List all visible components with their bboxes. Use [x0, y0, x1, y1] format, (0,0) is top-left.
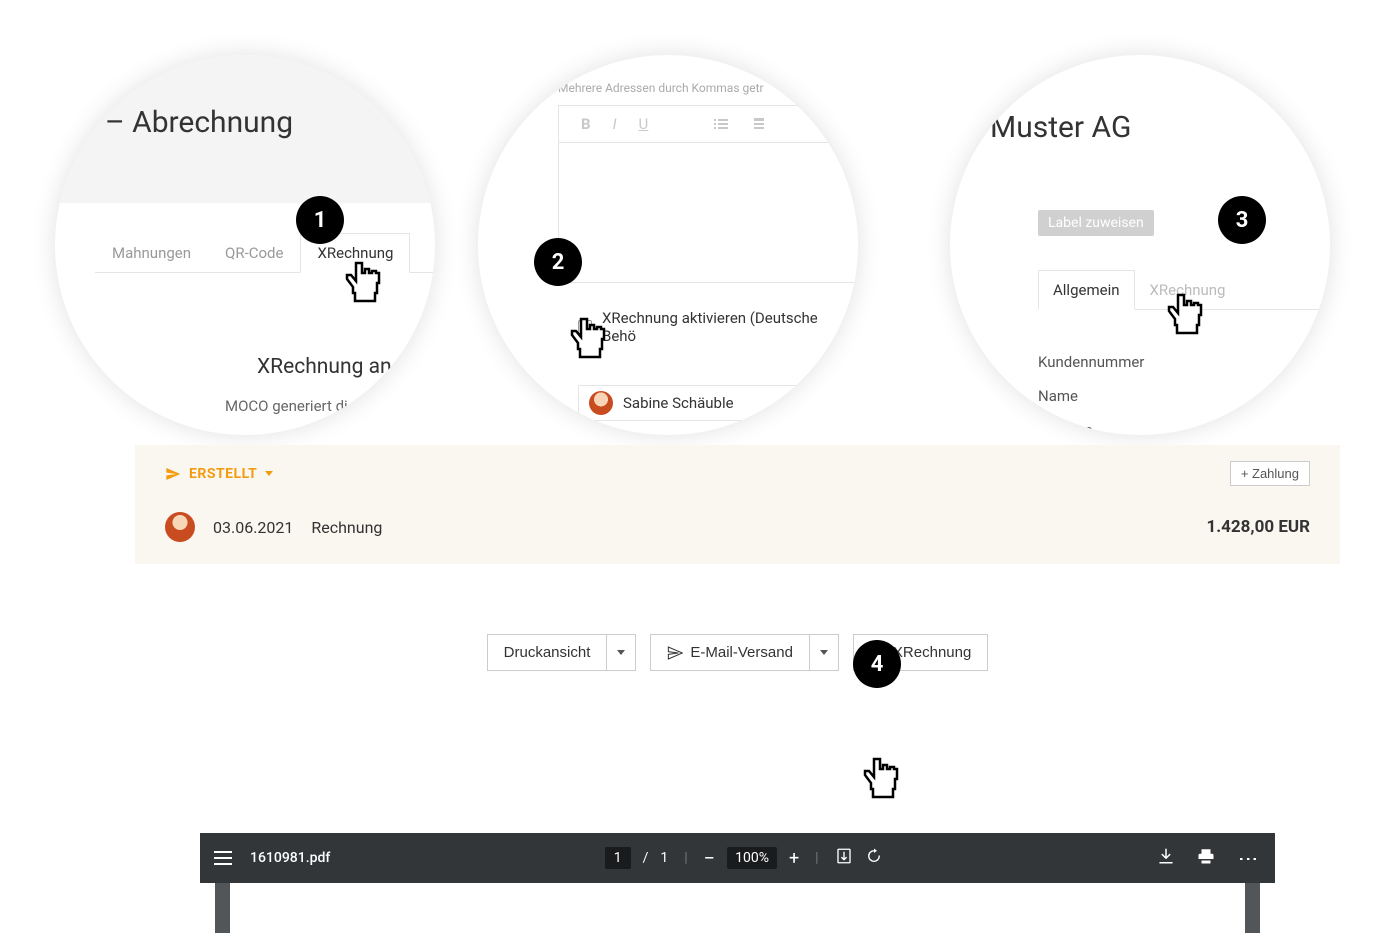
xrechnung-checkbox-label: XRechnung aktivieren (Deutsche Behö [602, 309, 848, 345]
editor-textarea[interactable] [558, 143, 858, 283]
pdf-page-preview [215, 883, 1260, 933]
print-button[interactable]: Druckansicht [487, 634, 608, 671]
underline-button[interactable]: U [639, 115, 649, 133]
bold-button[interactable]: B [581, 115, 591, 133]
avatar-icon [165, 512, 195, 542]
tab-allgemein[interactable]: Allgemein [1038, 270, 1135, 310]
status-text: ERSTELLT [189, 466, 257, 482]
zoom-out-icon[interactable]: − [704, 846, 715, 870]
detail-circle-2: Mehrere Adressen durch Kommas getr B I U… [478, 55, 858, 435]
badge-2: 2 [534, 238, 582, 286]
zoom-level[interactable]: 100% [727, 847, 777, 869]
pdf-viewer-toolbar: 1610981.pdf 1 / 1 | − 100% + | ⋮ [200, 833, 1275, 883]
numbered-list-icon[interactable] [750, 118, 764, 130]
rotate-icon[interactable] [865, 847, 883, 869]
xrechnung-activate-row[interactable]: XRechnung aktivieren (Deutsche Behö [578, 309, 848, 345]
tab-mahnungen[interactable]: Mahnungen [95, 233, 208, 272]
cursor-icon [1162, 291, 1206, 343]
cursor-icon [565, 315, 609, 367]
page-separator: / [643, 850, 649, 866]
c3-fields: Kundennummer Name Adresse [1038, 345, 1320, 435]
email-dropdown[interactable] [810, 634, 839, 671]
c1-body-text: MOCO generiert die [225, 397, 415, 415]
invoice-doc-type: Rechnung [311, 518, 382, 537]
cursor-icon [340, 259, 384, 311]
status-bar: ERSTELLT + Zahlung [135, 445, 1340, 502]
status-label[interactable]: ERSTELLT [165, 466, 273, 482]
chevron-down-icon [265, 471, 273, 476]
zoom-in-icon[interactable]: + [789, 848, 799, 869]
field-customer-number: Kundennummer [1038, 345, 1320, 379]
cursor-icon [858, 755, 902, 807]
c3-title: Muster AG [990, 110, 1131, 145]
chevron-down-icon [820, 650, 828, 655]
menu-icon[interactable] [214, 851, 232, 865]
page-total: 1 [660, 850, 668, 866]
badge-3: 3 [1218, 196, 1266, 244]
print-dropdown[interactable] [607, 634, 636, 671]
field-address: Adresse [1038, 413, 1320, 435]
c1-tabs: Mahnungen QR-Code XRechnung [95, 233, 435, 273]
c1-title: – Abrechnung [105, 55, 435, 140]
field-name: Name [1038, 379, 1320, 413]
paper-plane-icon [165, 466, 181, 482]
badge-4: 4 [853, 640, 901, 688]
invoice-panel: ERSTELLT + Zahlung 03.06.2021 Rechnung 1… [135, 445, 1340, 701]
italic-button[interactable]: I [613, 115, 617, 133]
fit-page-icon[interactable] [835, 847, 853, 869]
user-select[interactable]: Sabine Schäuble [578, 385, 858, 421]
invoice-date: 03.06.2021 [213, 518, 293, 537]
print-icon[interactable] [1197, 847, 1215, 869]
pdf-filename: 1610981.pdf [250, 850, 330, 866]
user-name: Sabine Schäuble [623, 394, 734, 412]
print-button-group: Druckansicht [487, 634, 637, 671]
label-assign-button[interactable]: Label zuweisen [1038, 210, 1154, 236]
detail-circle-1: – Abrechnung Mahnungen QR-Code XRechnung… [55, 55, 435, 435]
email-button-group: E-Mail-Versand [650, 634, 839, 671]
avatar-icon [589, 391, 613, 415]
more-icon[interactable]: ⋮ [1237, 849, 1261, 867]
editor-toolbar: B I U [558, 105, 858, 143]
chevron-down-icon [617, 650, 625, 655]
add-payment-button[interactable]: + Zahlung [1230, 461, 1310, 486]
paper-plane-icon [667, 645, 683, 661]
c1-body: XRechnung an MOCO generiert die [215, 355, 415, 415]
invoice-amount: 1.428,00 EUR [1206, 517, 1310, 537]
c1-body-title: XRechnung an [257, 355, 415, 379]
detail-circle-3: Muster AG Label zuweisen Allgemein XRech… [950, 55, 1330, 435]
bullet-list-icon[interactable] [714, 118, 728, 130]
download-icon[interactable] [1157, 847, 1175, 869]
email-button[interactable]: E-Mail-Versand [650, 634, 810, 671]
action-row: Druckansicht E-Mail-Versand XRechnung [135, 564, 1340, 701]
page-current[interactable]: 1 [605, 847, 631, 869]
tab-qrcode[interactable]: QR-Code [208, 233, 300, 272]
c2-hint: Mehrere Adressen durch Kommas getr [558, 81, 764, 95]
invoice-summary-row: 03.06.2021 Rechnung 1.428,00 EUR [135, 502, 1340, 564]
c1-header: – Abrechnung [55, 55, 435, 203]
badge-1: 1 [296, 196, 344, 244]
